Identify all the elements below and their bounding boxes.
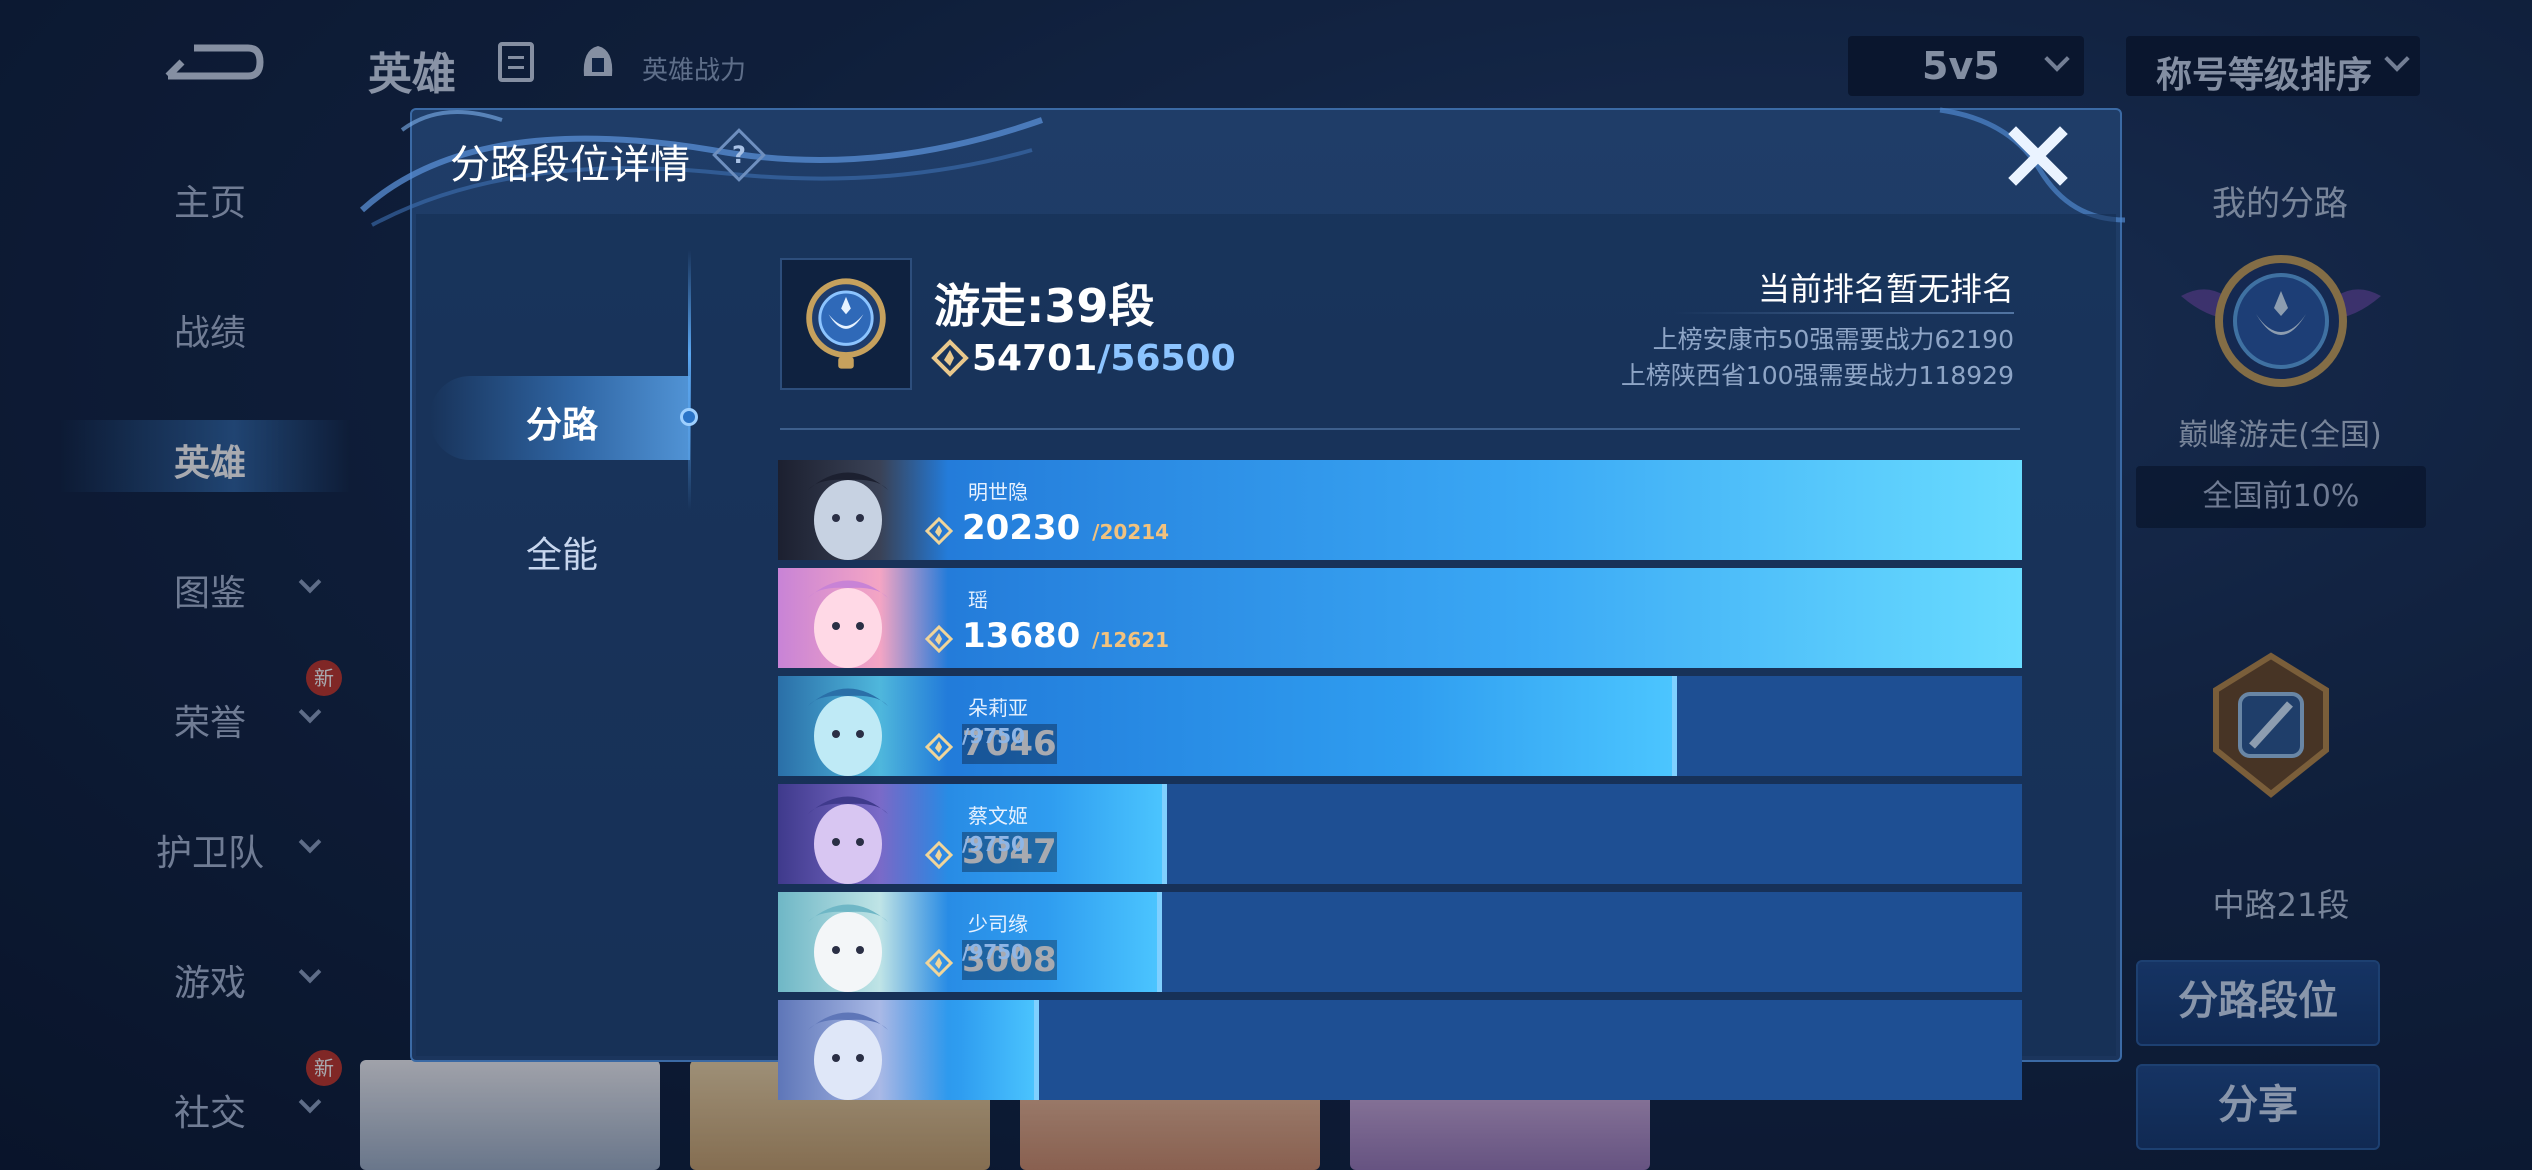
hero-power-value: 13680 /12621 bbox=[962, 616, 1169, 656]
hero-power-value: 3047 /9750 bbox=[962, 832, 1057, 872]
power-icon bbox=[924, 516, 954, 546]
tab-all-round[interactable]: 全能 bbox=[462, 526, 662, 578]
support-lane-icon bbox=[806, 278, 886, 369]
hero-row[interactable]: 瑶 13680 /12621 bbox=[778, 568, 2022, 668]
section-divider bbox=[780, 428, 2020, 430]
hero-name: 朵莉亚 bbox=[968, 696, 1028, 720]
power-icon bbox=[924, 948, 954, 978]
hero-portrait-icon bbox=[778, 784, 948, 884]
power-icon bbox=[924, 840, 954, 870]
hero-power-max: /9750 bbox=[962, 724, 1057, 764]
hero-power-current: 13680 bbox=[962, 616, 1081, 656]
hero-portrait-icon bbox=[778, 892, 948, 992]
hero-name: 蔡文姬 bbox=[968, 804, 1028, 828]
province-rank-requirement: 上榜陕西省100强需要战力118929 bbox=[1620, 361, 2014, 390]
lane-power-value: 54701/56500 bbox=[972, 338, 1236, 379]
help-icon-glyph: ? bbox=[732, 141, 746, 169]
hero-power-max: /20214 bbox=[1092, 520, 1170, 544]
hero-power-bar-edge bbox=[1156, 892, 1162, 992]
hero-row[interactable]: 少司缘 3008 /9750 bbox=[778, 892, 2022, 992]
hero-name: 明世隐 bbox=[968, 480, 1028, 504]
hero-power-list[interactable]: 明世隐 20230 /20214 瑶 13680 /12621 朵莉亚 7046 /975… bbox=[778, 460, 2022, 1144]
city-rank-requirement: 上榜安康市50强需要战力62190 bbox=[1652, 325, 2014, 354]
hero-power-bar-edge bbox=[1034, 1000, 1040, 1100]
dialog-title: 分路段位详情 bbox=[450, 142, 690, 188]
hero-row[interactable] bbox=[778, 1000, 2022, 1100]
hero-portrait-icon bbox=[778, 1000, 948, 1100]
close-icon bbox=[2008, 126, 2068, 186]
hero-row[interactable]: 明世隐 20230 /20214 bbox=[778, 460, 2022, 560]
tab-indicator-dot bbox=[680, 408, 698, 426]
ranking-underline bbox=[1674, 312, 2014, 314]
hero-power-max: /12621 bbox=[1092, 628, 1170, 652]
hero-power-value: 20230 /20214 bbox=[962, 508, 1169, 548]
power-icon bbox=[924, 624, 954, 654]
hero-portrait-icon bbox=[778, 568, 948, 668]
hero-name: 瑶 bbox=[968, 588, 988, 612]
lane-power-current: 54701 bbox=[972, 338, 1098, 379]
hero-row[interactable]: 朵莉亚 7046 /9750 bbox=[778, 676, 2022, 776]
lane-rank-title: 游走:39段 bbox=[934, 279, 1155, 333]
hero-power-bar-edge bbox=[1161, 784, 1167, 884]
power-icon bbox=[931, 339, 969, 377]
power-icon bbox=[924, 732, 954, 762]
hero-power-current: 20230 bbox=[962, 508, 1081, 548]
hero-portrait-icon bbox=[778, 460, 948, 560]
hero-power-value: 3008 /9750 bbox=[962, 940, 1057, 980]
tab-divider bbox=[688, 250, 691, 510]
hero-power-max: /9750 bbox=[962, 940, 1057, 980]
hero-power-value: 7046 /9750 bbox=[962, 724, 1057, 764]
close-button[interactable] bbox=[2006, 124, 2070, 188]
hero-power-bar-edge bbox=[1672, 676, 1678, 776]
hero-portrait-icon bbox=[778, 676, 948, 776]
lane-rank-detail-dialog: 分路段位详情 ? 分路 全能 游走:39段 54701/56500 当前排名暂无… bbox=[359, 107, 2126, 1100]
hero-row[interactable]: 蔡文姬 3047 /9750 bbox=[778, 784, 2022, 884]
hero-power-max: /9750 bbox=[962, 832, 1057, 872]
hero-name: 少司缘 bbox=[968, 912, 1028, 936]
lane-rank-badge bbox=[780, 258, 912, 390]
lane-power-max: /56500 bbox=[1097, 338, 1236, 379]
ranking-status: 当前排名暂无排名 bbox=[1757, 270, 2014, 308]
tab-lane[interactable]: 分路 bbox=[462, 396, 662, 448]
